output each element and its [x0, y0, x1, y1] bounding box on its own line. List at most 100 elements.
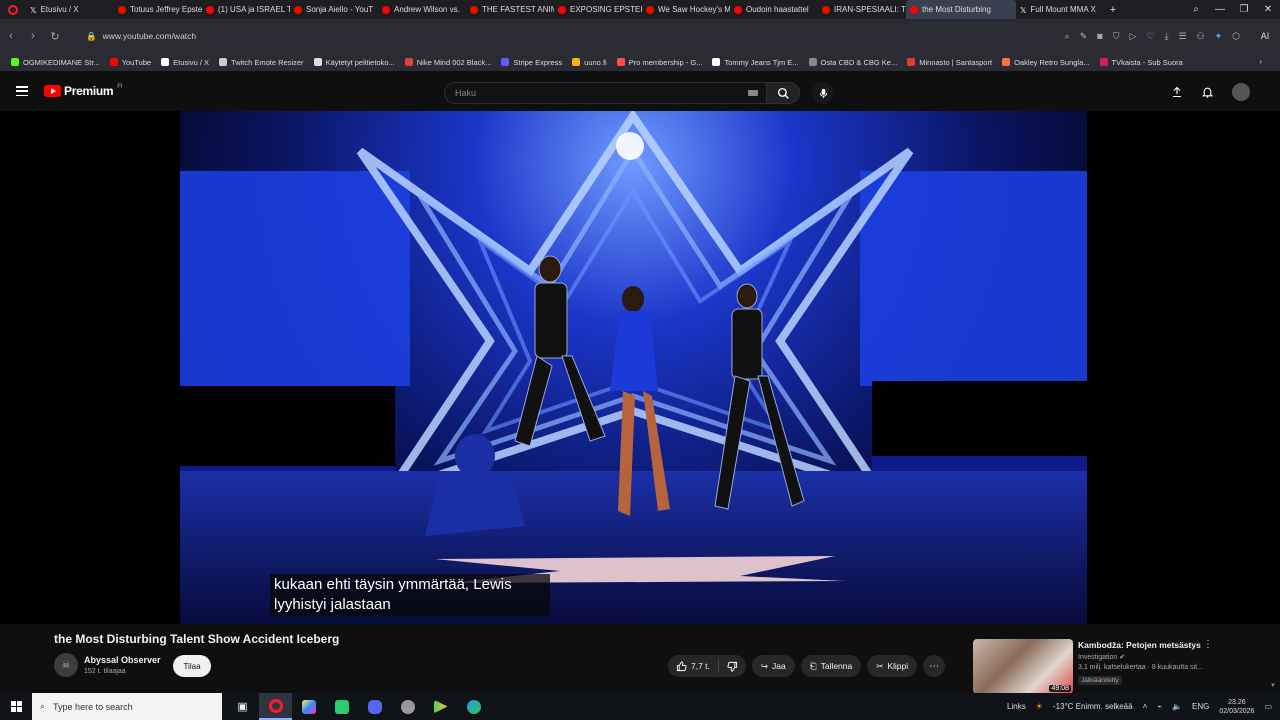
save-button[interactable]: ⎗ Tallenna — [800, 655, 862, 677]
clock[interactable]: 23.26 02/03/2026 — [1219, 698, 1254, 716]
clip-button[interactable]: ✂ Klippi — [867, 655, 918, 677]
bookmark-item[interactable]: Käytetyt pelitietoko... — [309, 58, 400, 67]
steam-taskbar-icon[interactable] — [391, 693, 424, 720]
browser-tab[interactable]: 𝕏 Etusivu / X — [26, 0, 114, 19]
taskbar-search-input[interactable]: ⌕ Type here to search — [32, 693, 222, 720]
browser-tab[interactable]: 𝕏 Full Mount MMA X — [1016, 0, 1104, 19]
voice-search-button[interactable] — [812, 82, 834, 104]
language-indicator[interactable]: ENG — [1192, 702, 1209, 711]
recommended-video[interactable]: 49:08 Kambodža: Petojen metsästys Invest… — [973, 639, 1263, 694]
browser-tab[interactable]: Oudoin haastattel — [730, 0, 818, 19]
bookmark-label: Nike Mind 002 Black... — [416, 57, 492, 67]
video-player[interactable]: kukaan ehti täysin ymmärtää, Lewis lyyhi… — [0, 111, 1280, 624]
profile-icon[interactable]: ⚇ — [1197, 31, 1205, 42]
notifications-bell-icon[interactable] — [1201, 85, 1214, 99]
weather-text[interactable]: -13°C Enimm. selkeää — [1053, 702, 1133, 711]
bookmark-item[interactable]: Minnasto | Santasport — [902, 58, 997, 67]
recommended-thumbnail[interactable]: 49:08 — [973, 639, 1073, 694]
recommended-menu-icon[interactable]: ⋮ — [1203, 639, 1213, 650]
opera-taskbar-icon[interactable] — [259, 693, 292, 720]
channel-name[interactable]: Abyssal Observer — [84, 655, 161, 665]
player-icon[interactable]: ▷ — [1129, 31, 1136, 42]
tray-chevron-icon[interactable]: ˄ — [1143, 702, 1148, 711]
bookmarks-more-icon[interactable]: › — [1259, 57, 1262, 66]
like-button[interactable]: 7,7 t. — [668, 655, 718, 677]
bookmark-item[interactable]: Stripe Express — [496, 58, 567, 67]
more-actions-icon[interactable]: ⋯ — [923, 655, 946, 677]
dislike-button[interactable] — [719, 655, 746, 677]
start-button[interactable] — [0, 693, 32, 720]
ai-button[interactable]: AI — [1250, 19, 1280, 53]
channel-avatar[interactable]: ☠ — [54, 653, 78, 677]
bookmark-item[interactable]: uuno.fi — [567, 58, 612, 67]
edge-taskbar-icon[interactable] — [457, 693, 490, 720]
close-window-icon[interactable]: ✕ — [1256, 4, 1280, 15]
bookmark-item[interactable]: TVkaista - Sub Suora — [1095, 58, 1188, 67]
reload-icon[interactable]: ↻ — [44, 30, 66, 43]
browser-tab[interactable]: Totuus Jeffrey Epste — [114, 0, 202, 19]
url-field[interactable]: 🔒 www.youtube.com/watch — [86, 31, 196, 42]
bookmark-icon: ⎗ — [809, 660, 817, 671]
search-icon[interactable]: ⌕ — [1065, 31, 1070, 42]
extension-icon[interactable]: ✦ — [1215, 31, 1223, 42]
browser-tab[interactable]: the Most Disturbing — [906, 0, 1016, 19]
recommended-title[interactable]: Kambodža: Petojen metsästys — [1078, 640, 1201, 650]
bookmark-item[interactable]: OGMIKEDIMANE Str... — [6, 58, 105, 67]
bookmark-label: TVkaista - Sub Suora — [1111, 57, 1183, 67]
bookmark-item[interactable]: Pro membership - G... — [612, 58, 708, 67]
links-label[interactable]: Links — [1007, 702, 1026, 711]
download-icon[interactable]: ⤓ — [1164, 31, 1168, 42]
hamburger-menu-icon[interactable] — [16, 86, 28, 96]
chat-app-taskbar-icon[interactable] — [325, 693, 358, 720]
app-taskbar-icon[interactable] — [292, 693, 325, 720]
video-frame[interactable] — [180, 111, 1087, 624]
browser-tab[interactable]: Andrew Wilson vs. — [378, 0, 466, 19]
scroll-down-icon[interactable]: ▼ — [1270, 683, 1276, 689]
search-placeholder: Haku — [455, 88, 477, 98]
search-input[interactable]: Haku — [444, 82, 766, 104]
bookmark-label: uuno.fi — [584, 57, 607, 67]
task-view-icon[interactable]: ▣ — [226, 693, 259, 720]
browser-tab[interactable]: (1) USA ja ISRAEL Tc — [202, 0, 290, 19]
notifications-icon[interactable]: ▭ — [1264, 702, 1272, 711]
bookmark-item[interactable]: YouTube — [105, 58, 156, 67]
recommended-channel-name: Investigation — [1078, 654, 1118, 661]
back-icon[interactable]: ‹ — [0, 30, 22, 42]
subscribe-button[interactable]: Tilaa — [173, 655, 211, 677]
heart-icon[interactable]: ♡ — [1146, 31, 1154, 42]
menu-list-icon[interactable]: ☰ — [1178, 31, 1186, 42]
keyboard-icon[interactable] — [748, 90, 758, 96]
discord-taskbar-icon[interactable] — [358, 693, 391, 720]
browser-tab[interactable]: We Saw Hockey's M — [642, 0, 730, 19]
camera-icon[interactable]: ◙ — [1097, 31, 1102, 41]
bookmark-item[interactable]: Oakley Retro Sungla... — [997, 58, 1094, 67]
browser-tab[interactable]: Sonja Aiello - YouT — [290, 0, 378, 19]
bookmark-item[interactable]: Nike Mind 002 Black... — [400, 58, 497, 67]
shield-icon[interactable]: ⛉ — [1113, 31, 1120, 42]
tab-search-icon[interactable]: ⌕ — [1184, 4, 1208, 15]
bookmark-item[interactable]: Twitch Emote Resizer — [214, 58, 309, 67]
opera-menu-icon[interactable] — [0, 0, 26, 19]
upload-icon[interactable] — [1171, 85, 1183, 99]
cube-icon[interactable]: ⬡ — [1232, 31, 1240, 42]
minimize-icon[interactable]: — — [1208, 4, 1232, 15]
youtube-premium-logo[interactable]: Premium FI — [44, 84, 123, 98]
edit-icon[interactable]: ✎ — [1080, 31, 1088, 42]
search-button[interactable] — [766, 82, 800, 104]
tab-label: Etusivu / X — [40, 5, 79, 14]
new-tab-icon[interactable]: + — [1104, 4, 1122, 16]
volume-icon[interactable]: 🔈 — [1172, 702, 1182, 711]
browser-tab[interactable]: EXPOSING EPSTEIN — [554, 0, 642, 19]
maximize-icon[interactable]: ❐ — [1232, 4, 1256, 15]
share-button[interactable]: ↪ Jaa — [751, 655, 795, 677]
bookmark-item[interactable]: Etusivu / X — [156, 58, 214, 67]
bookmark-item[interactable]: Osta CBD & CBG Ke... — [804, 58, 903, 67]
browser-tab[interactable]: IRAN-SPESIAALI: Ti — [818, 0, 906, 19]
media-player-taskbar-icon[interactable] — [424, 693, 457, 720]
forward-icon[interactable]: › — [22, 30, 44, 42]
bookmark-item[interactable]: Tommy Jeans Tjm E... — [707, 58, 803, 67]
account-avatar[interactable] — [1232, 83, 1250, 101]
browser-tab[interactable]: THE FASTEST ANIM — [466, 0, 554, 19]
network-icon[interactable]: ⌁ — [1157, 702, 1162, 711]
clock-date: 02/03/2026 — [1219, 707, 1255, 715]
